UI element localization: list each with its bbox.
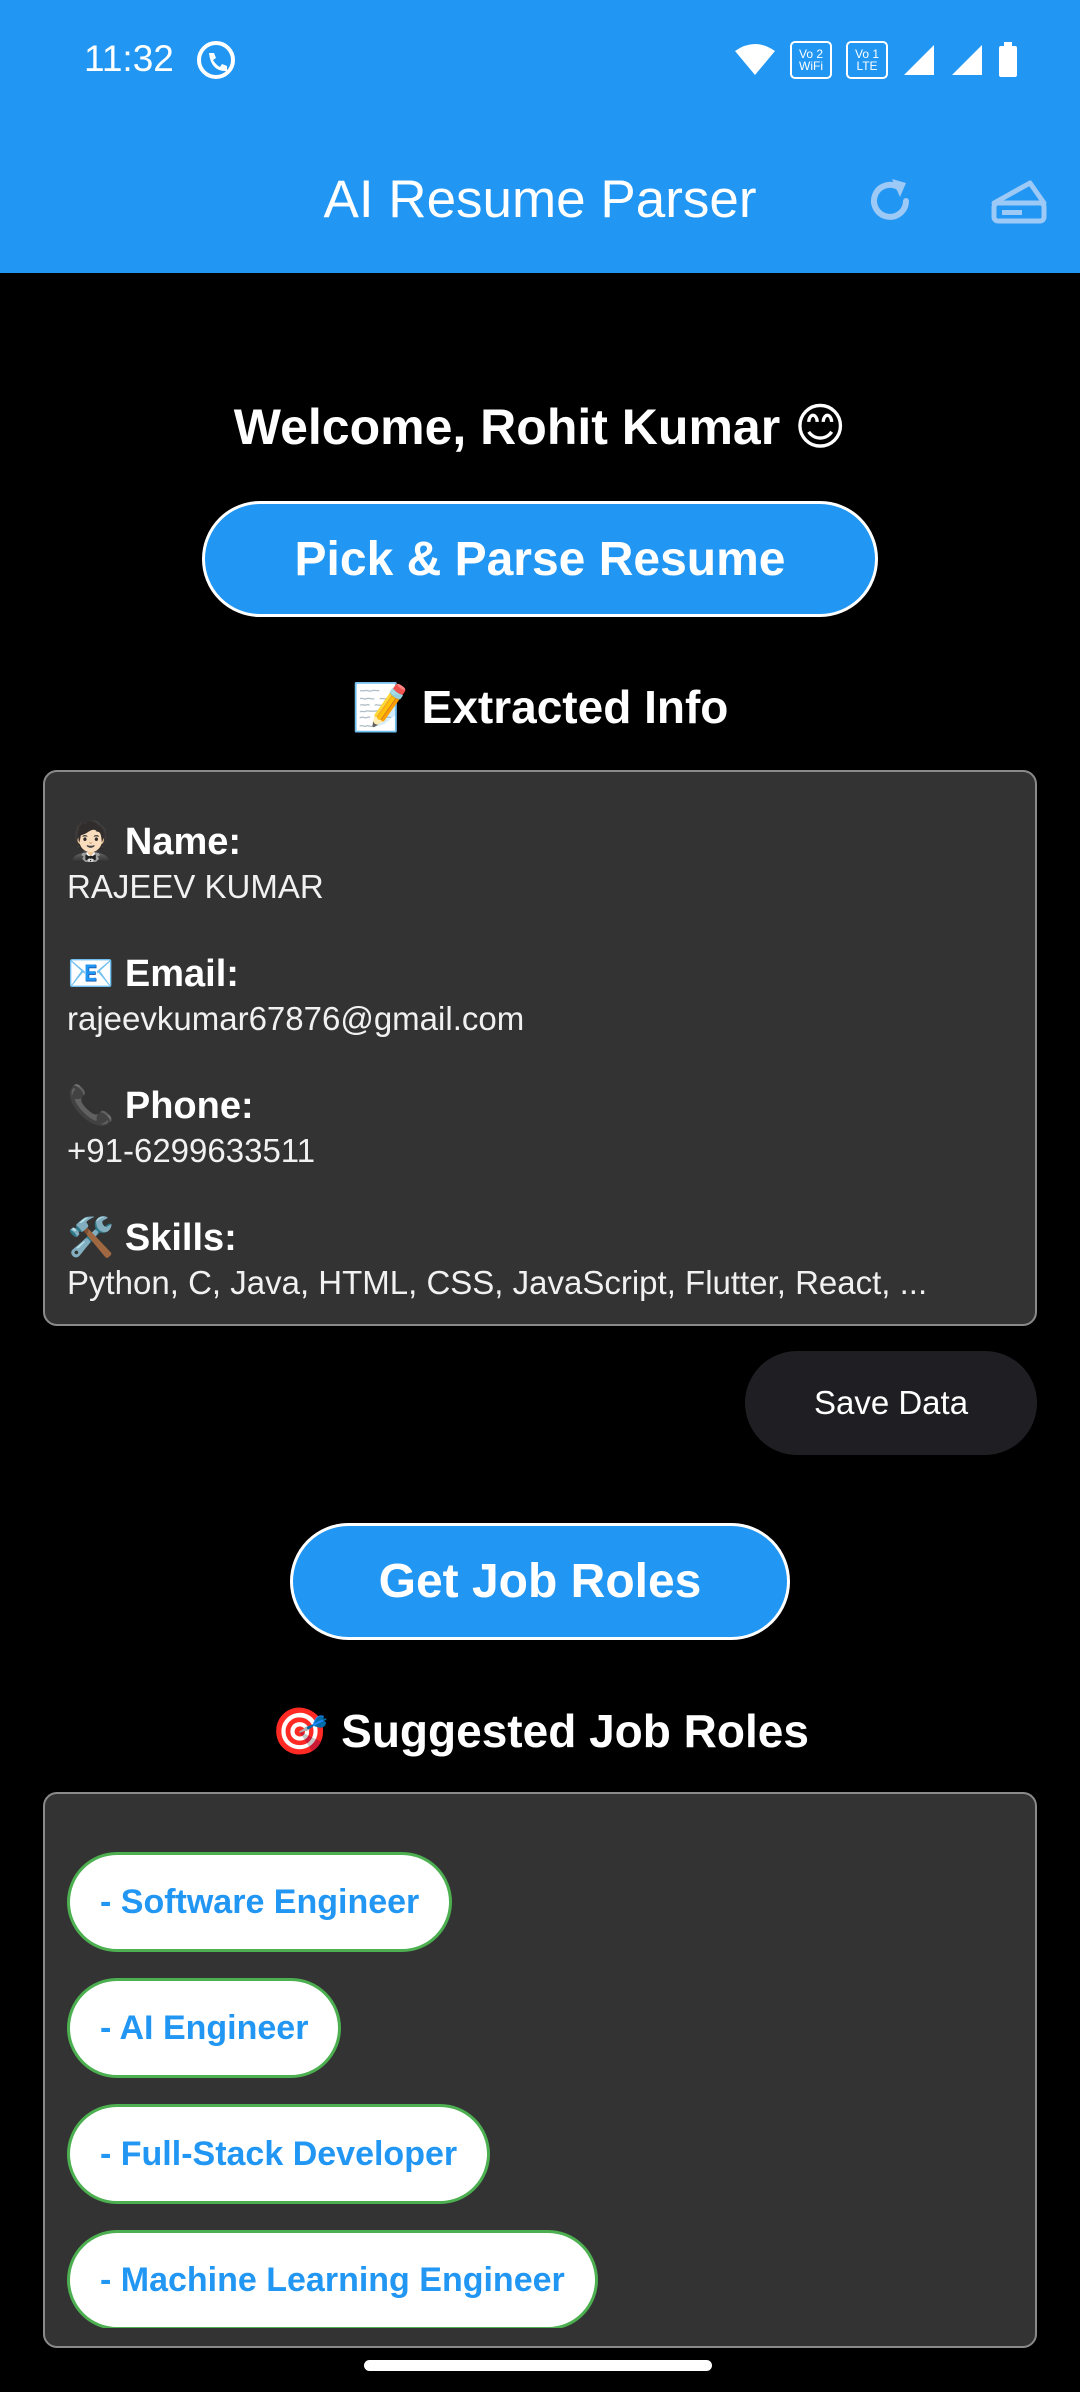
- job-role-chip[interactable]: - AI Engineer: [67, 1978, 342, 2078]
- job-role-chip[interactable]: - Software Engineer: [67, 1852, 453, 1952]
- extracted-info-card[interactable]: 🤵🏻 Name: RAJEEV KUMAR 📧 Email: rajeevkum…: [43, 770, 1037, 1326]
- signal-icon: [952, 45, 982, 75]
- info-phone: 📞 Phone: +91-6299633511: [67, 1084, 1015, 1174]
- signal-icon: [904, 45, 934, 75]
- roles-list[interactable]: - Software Engineer - AI Engineer - Full…: [67, 1852, 1015, 2328]
- clear-icon[interactable]: [990, 177, 1048, 225]
- app-title: AI Resume Parser: [323, 170, 757, 229]
- job-role-chip[interactable]: - Full-Stack Developer: [67, 2104, 491, 2204]
- job-role-chip[interactable]: - Machine Learning Engineer: [67, 2230, 598, 2328]
- app-bar: AI Resume Parser: [0, 125, 1080, 273]
- info-value: +91-6299633511: [67, 1132, 316, 1169]
- info-value: Python, C, Java, HTML, CSS, JavaScript, …: [67, 1264, 928, 1301]
- extracted-info-scroll[interactable]: 🤵🏻 Name: RAJEEV KUMAR 📧 Email: rajeevkum…: [67, 820, 1015, 1306]
- suggested-job-roles-heading: 🎯 Suggested Job Roles: [271, 1705, 809, 1757]
- call-icon: [197, 41, 235, 79]
- info-value: rajeevkumar67876@gmail.com: [67, 1000, 525, 1037]
- wifi-icon: [735, 44, 775, 75]
- info-name: 🤵🏻 Name: RAJEEV KUMAR: [67, 820, 1015, 910]
- extracted-info-heading: 📝 Extracted Info: [351, 681, 729, 733]
- suggested-roles-card[interactable]: - Software Engineer - AI Engineer - Full…: [43, 1792, 1037, 2348]
- refresh-icon[interactable]: [862, 173, 918, 229]
- save-data-button[interactable]: Save Data: [745, 1351, 1037, 1455]
- info-email: 📧 Email: rajeevkumar67876@gmail.com: [67, 952, 1015, 1042]
- volte-lte-icon: Vo 1 LTE: [846, 41, 888, 79]
- info-label: 🤵🏻 Name:: [67, 821, 242, 863]
- info-label: 📧 Email:: [67, 953, 239, 995]
- get-job-roles-button[interactable]: Get Job Roles: [290, 1523, 790, 1640]
- info-skills: 🛠️ Skills: Python, C, Java, HTML, CSS, J…: [67, 1216, 1015, 1306]
- status-icons: Vo 2 WiFi Vo 1 LTE: [734, 40, 1018, 80]
- pick-parse-resume-button[interactable]: Pick & Parse Resume: [202, 501, 878, 617]
- status-bar: 11:32 Vo 2 WiFi Vo 1 LTE: [0, 0, 1080, 125]
- volte-wifi-icon: Vo 2 WiFi: [790, 41, 832, 79]
- home-indicator[interactable]: [364, 2360, 712, 2371]
- welcome-text: Welcome, Rohit Kumar 😊: [233, 399, 847, 455]
- status-time: 11:32: [84, 38, 174, 79]
- battery-icon: [999, 42, 1017, 77]
- info-label: 📞 Phone:: [67, 1085, 254, 1127]
- info-value: RAJEEV KUMAR: [67, 868, 324, 905]
- info-label: 🛠️ Skills:: [67, 1217, 237, 1259]
